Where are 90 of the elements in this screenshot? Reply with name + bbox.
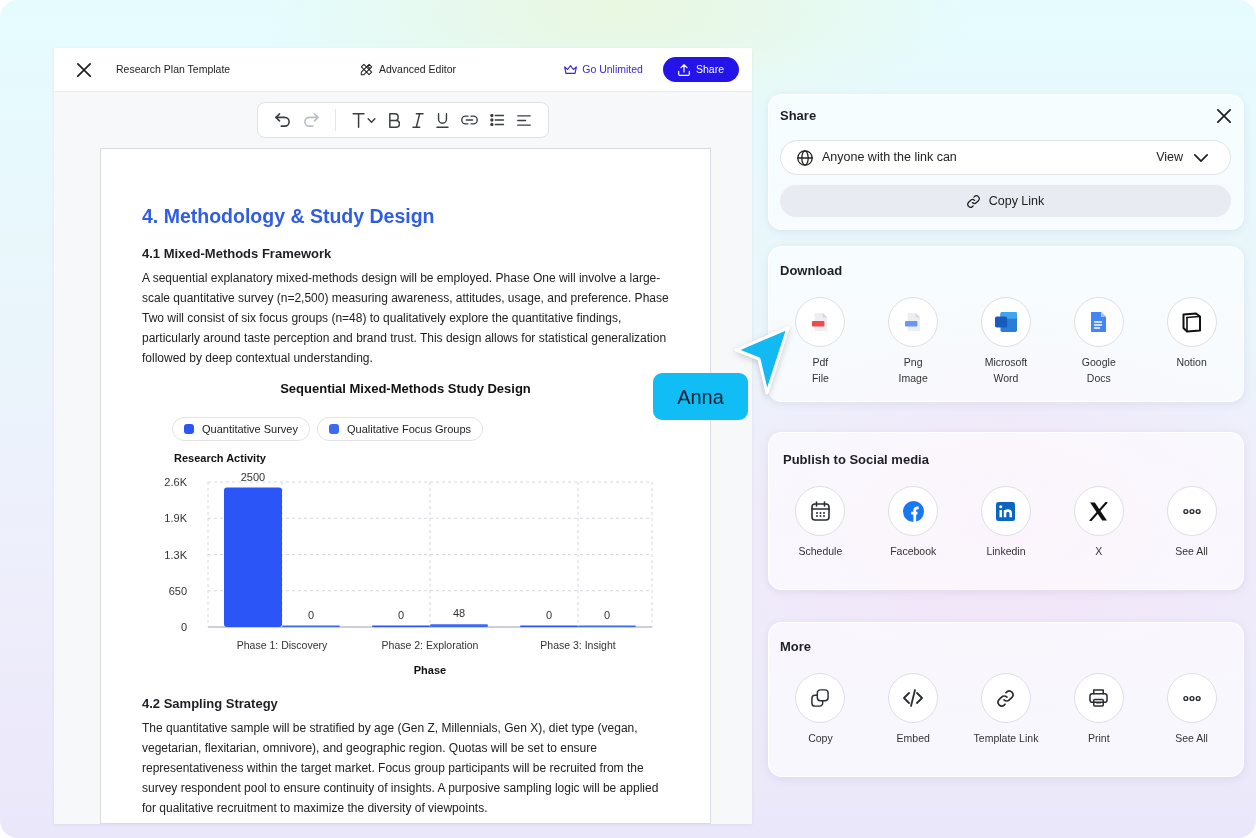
square-logo-icon <box>996 501 1016 521</box>
option-button[interactable] <box>795 673 846 723</box>
category-label: Phase 1: Discovery <box>236 639 328 651</box>
option-button[interactable] <box>981 673 1031 723</box>
underline-icon[interactable] <box>436 112 449 128</box>
option-label: Microsoft Word <box>984 355 1028 386</box>
more-icon <box>1182 694 1201 702</box>
globe-icon <box>797 149 813 166</box>
option-button[interactable] <box>1166 297 1217 347</box>
share-button[interactable]: Share <box>662 57 739 82</box>
subsection-heading: 4.2 Sampling Strategy <box>142 695 279 713</box>
option-label: Notion <box>1176 355 1207 370</box>
option-label: See All <box>1175 731 1208 746</box>
go-unlimited-link[interactable]: Go Unlimited <box>564 61 643 78</box>
option-button[interactable] <box>1073 486 1124 536</box>
axis-tick-label: 650 <box>168 584 187 597</box>
option-label: See All <box>1175 544 1208 559</box>
card-title: More <box>779 638 813 656</box>
option-label: Pdf File <box>811 355 829 386</box>
bar-value-label: 0 <box>545 608 553 621</box>
italic-icon[interactable] <box>412 112 424 128</box>
round-logo-icon <box>902 500 924 522</box>
bar-value-label: 0 <box>603 608 611 621</box>
bar-value-label: 0 <box>397 608 405 621</box>
category-label: Phase 2: Exploration <box>381 639 479 651</box>
copy-link-button[interactable]: Copy Link <box>780 185 1231 217</box>
chevron-down-icon <box>1194 152 1208 163</box>
option-label: Copy <box>808 731 833 746</box>
option-label: Print <box>1088 731 1110 746</box>
bar-value-label: 2500 <box>240 470 266 483</box>
legend-item[interactable]: Quantitative Survey <box>172 417 310 441</box>
close-icon[interactable] <box>77 62 91 77</box>
text-style-icon[interactable] <box>352 112 376 128</box>
axis-tick-label: 2.6K <box>164 476 187 488</box>
card-title: Publish to Social media <box>782 451 930 469</box>
paragraph: The quantitative sample will be stratified by age (Gen Z, Millennials, Gen X), diet type (vegan, vegetarian, flexitarian, omnivore), and geographic region. Quotas will be set to ensure representativeness within the target market. Focus group participants will be recruited from the survey respondent pool to ensure continuity of insights. A purposive sampling logic will be applied for qualitative recruitment to maximize the diversity of viewpoints. <box>142 720 660 817</box>
option-button[interactable] <box>888 673 939 723</box>
option-label: Facebook <box>890 544 937 559</box>
option-button[interactable] <box>795 486 846 536</box>
axis-title: Research Activity <box>174 452 266 464</box>
option-label: Schedule <box>798 544 843 559</box>
file-icon <box>812 313 829 331</box>
option-label: Linkedin <box>986 544 1026 559</box>
bullet-list-icon[interactable] <box>490 114 505 126</box>
option-label: Png Image <box>898 355 928 386</box>
collaborator-name-tag: Anna <box>653 373 748 420</box>
chart-title: Sequential Mixed-Methods Study Design <box>279 380 532 398</box>
card-title: Share <box>780 107 817 125</box>
link-icon <box>966 194 980 208</box>
access-label: Anyone with the link can <box>822 149 958 167</box>
x-icon <box>1089 501 1109 521</box>
close-icon[interactable] <box>1217 109 1231 123</box>
subsection-heading: 4.1 Mixed-Methods Framework <box>142 245 333 263</box>
calendar-icon <box>810 501 830 521</box>
paragraph: A sequential explanatory mixed-methods design will be employed. Phase One will involve a large-scale quantitative survey (n=2,500) measuring awareness, attitudes, usage, and preference. Phase Two will consist of six focus groups (n=48) to qualitatively explore the quantitative findings, particularly around taste perception and brand trust. This design allows for statistical generalization followed by deep contextual understanding. <box>142 270 669 367</box>
link-icon[interactable] <box>461 115 478 125</box>
access-level-dropdown[interactable]: View <box>1156 148 1208 167</box>
link-icon <box>997 689 1015 707</box>
axis-tick-label: 0 <box>180 621 187 633</box>
document-title: Research Plan Template <box>116 61 231 77</box>
section-heading: 4. Methodology & Study Design <box>142 204 436 228</box>
option-label: Template Link <box>973 731 1039 746</box>
undo-icon[interactable] <box>275 113 291 127</box>
document-icon <box>1091 312 1107 332</box>
printer-icon <box>1089 689 1109 707</box>
option-label: Embed <box>896 731 930 746</box>
document-icon <box>995 312 1017 332</box>
tools-icon <box>359 63 373 76</box>
square-logo-icon <box>1182 311 1202 333</box>
axis-title: Phase <box>413 664 447 676</box>
option-label: X <box>1095 544 1103 559</box>
more-icon <box>1182 507 1201 515</box>
card-title: Download <box>779 262 844 280</box>
legend-item[interactable]: Qualitative Focus Groups <box>317 417 484 441</box>
option-label: Google Docs <box>1081 355 1116 386</box>
upload-icon <box>677 63 690 76</box>
option-button[interactable] <box>1073 673 1124 723</box>
advanced-editor-button[interactable]: Advanced Editor <box>359 61 457 78</box>
code-icon <box>903 689 924 707</box>
axis-tick-label: 1.3K <box>164 548 187 561</box>
category-label: Phase 3: Insight <box>540 639 616 651</box>
file-icon <box>905 313 922 331</box>
bar-value-label: 48 <box>452 607 466 620</box>
bar-value-label: 0 <box>307 608 315 621</box>
axis-tick-label: 1.9K <box>164 512 187 525</box>
crown-icon <box>564 64 578 75</box>
bold-icon[interactable] <box>388 112 400 128</box>
copy-icon <box>811 689 830 707</box>
align-left-icon[interactable] <box>517 114 531 126</box>
option-button[interactable] <box>981 297 1031 347</box>
